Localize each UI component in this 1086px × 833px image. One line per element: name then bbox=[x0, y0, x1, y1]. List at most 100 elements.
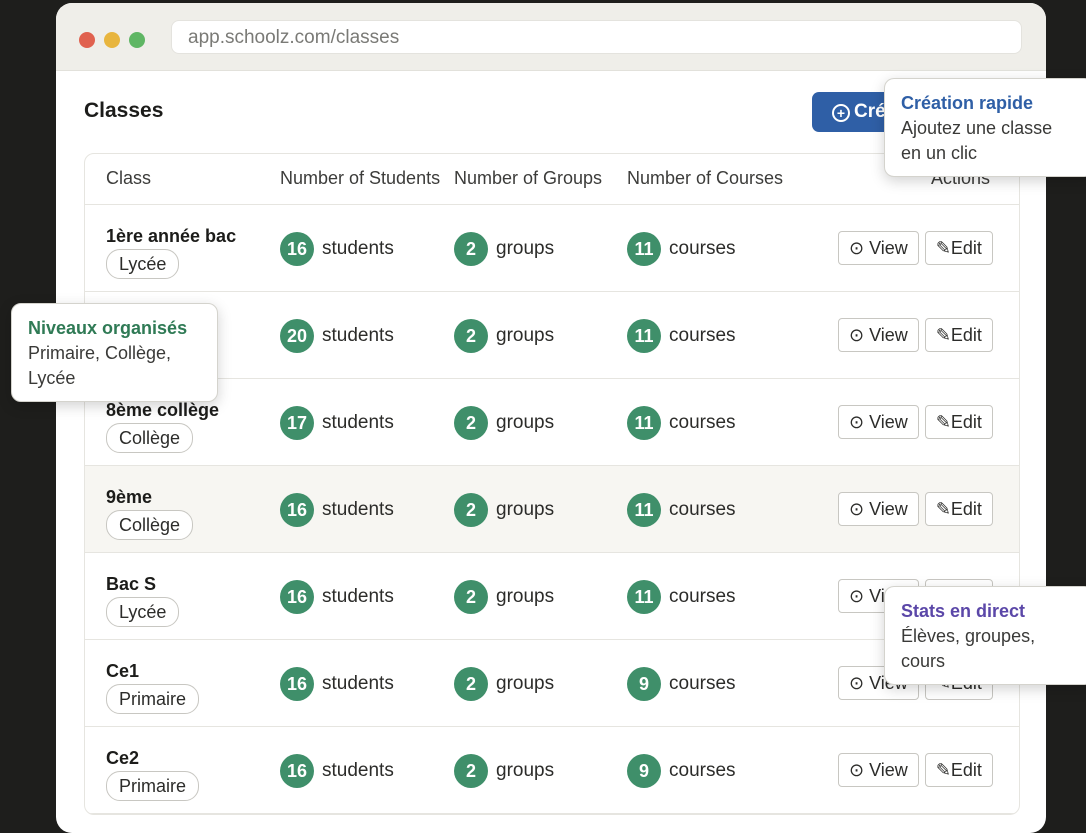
groups-unit: groups bbox=[496, 499, 555, 520]
courses-count-badge: 9 bbox=[627, 667, 661, 701]
students-cell: 16 students bbox=[280, 232, 394, 266]
pencil-icon: ✎ bbox=[935, 238, 951, 258]
groups-unit: groups bbox=[496, 673, 555, 694]
tooltip-title: Création rapide bbox=[901, 93, 1034, 113]
view-label: View bbox=[869, 412, 908, 432]
courses-unit: courses bbox=[669, 325, 736, 346]
address-bar[interactable]: app.schoolz.com/classes bbox=[171, 20, 1022, 54]
edit-button[interactable]: ✎Edit bbox=[924, 405, 993, 439]
class-name[interactable]: Bac S bbox=[106, 574, 156, 595]
eye-icon: ⊙ bbox=[849, 499, 865, 519]
level-pill: Lycée bbox=[106, 249, 180, 279]
edit-button[interactable]: ✎Edit bbox=[924, 492, 993, 526]
groups-cell: 2 groups bbox=[454, 580, 554, 614]
groups-unit: groups bbox=[496, 760, 555, 781]
courses-unit: courses bbox=[669, 499, 736, 520]
row-actions: ⊙ View ✎Edit bbox=[838, 753, 993, 787]
students-unit: students bbox=[322, 586, 394, 607]
tooltip-body: Primaire, Collège, Lycée bbox=[28, 343, 172, 388]
quick-create-tooltip: Création rapide Ajoutez une classe en un… bbox=[884, 78, 1086, 177]
create-button-label: Cré bbox=[854, 101, 886, 122]
class-name[interactable]: Ce2 bbox=[106, 748, 139, 769]
tooltip-title: Niveaux organisés bbox=[28, 318, 188, 338]
view-button[interactable]: ⊙ View bbox=[838, 405, 919, 439]
stats-tooltip: Stats en direct Élèves, groupes, cours bbox=[884, 586, 1086, 685]
edit-button[interactable]: ✎Edit bbox=[924, 318, 993, 352]
row-actions: ⊙ View ✎Edit bbox=[838, 492, 993, 526]
close-window-dot[interactable] bbox=[79, 32, 95, 48]
groups-cell: 2 groups bbox=[454, 319, 554, 353]
class-name[interactable]: 1ère année bac bbox=[106, 226, 236, 247]
table-body: 1ère année bac Lycée 16 students 2 groups… bbox=[85, 205, 1019, 814]
courses-cell: 11 courses bbox=[627, 493, 736, 527]
eye-icon: ⊙ bbox=[849, 238, 865, 258]
courses-count-badge: 11 bbox=[627, 580, 661, 614]
class-name[interactable]: 8ème collège bbox=[106, 400, 219, 421]
view-label: View bbox=[869, 325, 908, 345]
table-row: 1ère année bac Lycée 16 students 2 groups… bbox=[85, 205, 1019, 292]
groups-cell: 2 groups bbox=[454, 667, 554, 701]
edit-label: Edit bbox=[950, 760, 982, 780]
edit-button[interactable]: ✎Edit bbox=[924, 753, 993, 787]
view-label: View bbox=[869, 238, 908, 258]
courses-cell: 11 courses bbox=[627, 580, 736, 614]
students-unit: students bbox=[322, 412, 394, 433]
row-actions: ⊙ View ✎Edit bbox=[838, 405, 993, 439]
groups-count-badge: 2 bbox=[454, 232, 488, 266]
students-unit: students bbox=[322, 760, 394, 781]
students-unit: students bbox=[322, 499, 394, 520]
view-button[interactable]: ⊙ View bbox=[838, 231, 919, 265]
eye-icon: ⊙ bbox=[849, 412, 865, 432]
table-row: 20 students 2 groups 11 courses ⊙ View ✎… bbox=[85, 292, 1019, 379]
view-button[interactable]: ⊙ View bbox=[838, 492, 919, 526]
students-cell: 16 students bbox=[280, 580, 394, 614]
groups-cell: 2 groups bbox=[454, 232, 554, 266]
page-title: Classes bbox=[84, 99, 164, 122]
students-count-badge: 16 bbox=[280, 754, 314, 788]
students-count-badge: 17 bbox=[280, 406, 314, 440]
eye-icon: ⊙ bbox=[849, 325, 865, 345]
browser-chrome: app.schoolz.com/classes bbox=[56, 3, 1046, 71]
groups-count-badge: 2 bbox=[454, 319, 488, 353]
students-cell: 16 students bbox=[280, 493, 394, 527]
edit-label: Edit bbox=[950, 325, 982, 345]
view-button[interactable]: ⊙ View bbox=[838, 753, 919, 787]
students-count-badge: 16 bbox=[280, 580, 314, 614]
level-pill: Collège bbox=[106, 423, 194, 453]
groups-count-badge: 2 bbox=[454, 580, 488, 614]
header-courses: Number of Courses bbox=[627, 168, 784, 188]
groups-cell: 2 groups bbox=[454, 754, 554, 788]
students-cell: 16 students bbox=[280, 754, 394, 788]
groups-cell: 2 groups bbox=[454, 406, 554, 440]
students-cell: 16 students bbox=[280, 667, 394, 701]
maximize-window-dot[interactable] bbox=[129, 32, 145, 48]
courses-cell: 11 courses bbox=[627, 319, 736, 353]
table-row: 9ème Collège 16 students 2 groups 11 cour… bbox=[85, 466, 1019, 553]
edit-label: Edit bbox=[950, 238, 982, 258]
class-name[interactable]: Ce1 bbox=[106, 661, 139, 682]
pencil-icon: ✎ bbox=[935, 499, 951, 519]
groups-count-badge: 2 bbox=[454, 754, 488, 788]
view-button[interactable]: ⊙ View bbox=[838, 318, 919, 352]
eye-icon: ⊙ bbox=[849, 760, 865, 780]
view-label: View bbox=[869, 499, 908, 519]
table-row: Ce1 Primaire 16 students 2 groups 9 cours… bbox=[85, 640, 1019, 727]
view-label: View bbox=[869, 760, 908, 780]
level-pill: Lycée bbox=[106, 597, 180, 627]
courses-unit: courses bbox=[669, 238, 736, 259]
students-cell: 20 students bbox=[280, 319, 394, 353]
row-actions: ⊙ View ✎Edit bbox=[838, 231, 993, 265]
header-groups: Number of Groups bbox=[454, 168, 603, 188]
courses-cell: 11 courses bbox=[627, 232, 736, 266]
courses-count-badge: 9 bbox=[627, 754, 661, 788]
courses-count-badge: 11 bbox=[627, 406, 661, 440]
edit-button[interactable]: ✎Edit bbox=[924, 231, 993, 265]
groups-cell: 2 groups bbox=[454, 493, 554, 527]
table-row: Ce2 Primaire 16 students 2 groups 9 cours… bbox=[85, 727, 1019, 814]
minimize-window-dot[interactable] bbox=[104, 32, 120, 48]
students-cell: 17 students bbox=[280, 406, 394, 440]
students-count-badge: 20 bbox=[280, 319, 314, 353]
class-name[interactable]: 9ème bbox=[106, 487, 152, 508]
header-class: Class bbox=[106, 168, 152, 188]
level-pill: Primaire bbox=[106, 684, 200, 714]
